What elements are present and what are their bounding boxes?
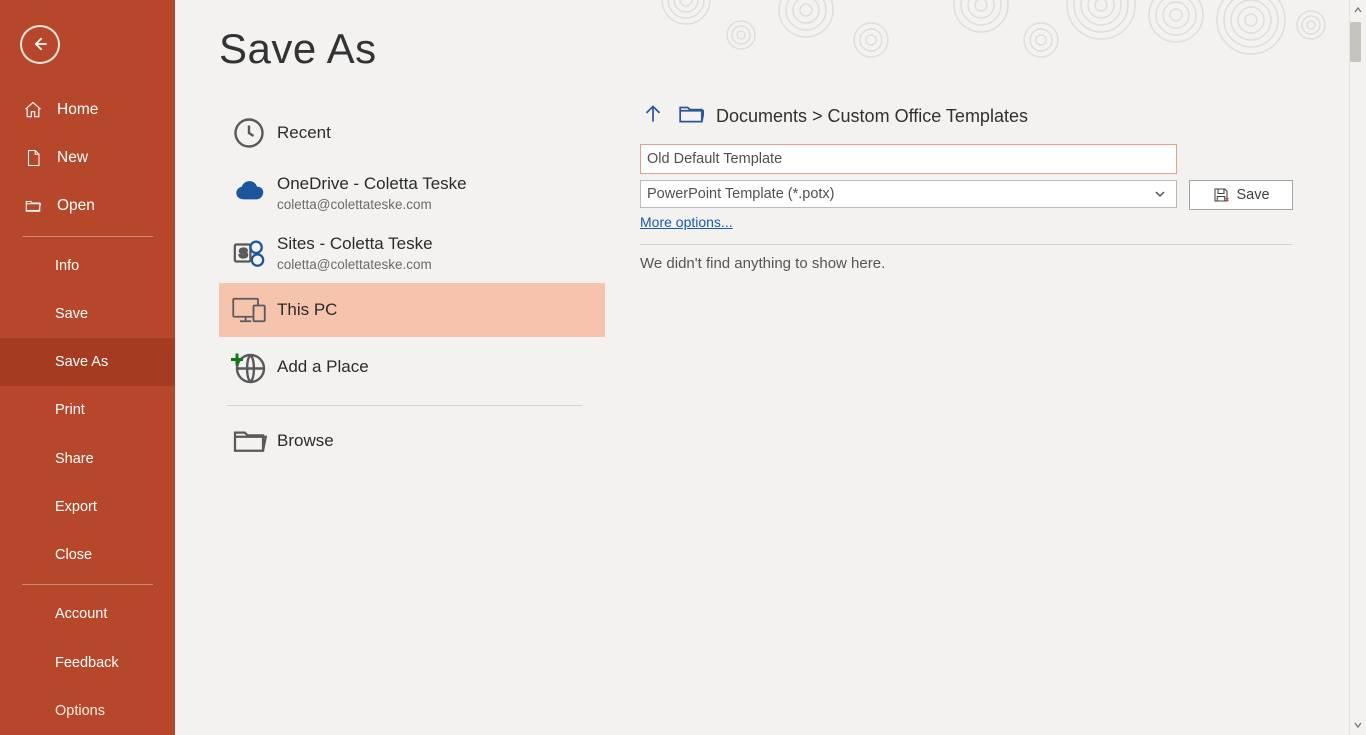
scroll-thumb[interactable] — [1350, 22, 1361, 62]
sidebar-item-home[interactable]: Home — [0, 86, 175, 134]
sidebar-divider — [22, 236, 153, 237]
save-button-label: Save — [1236, 187, 1269, 203]
filetype-dropdown[interactable]: PowerPoint Template (*.potx) — [640, 180, 1177, 208]
sidebar-item-save-as[interactable]: Save As — [0, 338, 175, 386]
back-arrow-icon — [30, 34, 50, 54]
sharepoint-icon: S — [221, 236, 277, 270]
open-folder-icon — [23, 196, 43, 216]
sidebar-item-open[interactable]: Open — [0, 182, 175, 230]
save-locations-list: Recent OneDrive - Coletta Teske coletta@… — [219, 103, 604, 466]
more-options-link[interactable]: More options... — [640, 214, 1177, 230]
scroll-up-button[interactable] — [1350, 0, 1366, 20]
sidebar-item-close[interactable]: Close — [0, 531, 175, 579]
add-place-icon — [221, 349, 277, 385]
sidebar-label-open: Open — [57, 197, 95, 215]
chevron-down-icon — [1154, 188, 1166, 200]
save-details-panel: Documents > Custom Office Templates Powe… — [604, 101, 1366, 272]
up-folder-button[interactable] — [640, 101, 666, 132]
browse-folder-icon — [221, 427, 277, 455]
details-divider — [640, 244, 1292, 245]
page-title: Save As — [219, 25, 1366, 73]
sidebar-item-options[interactable]: Options — [0, 687, 175, 735]
location-onedrive[interactable]: OneDrive - Coletta Teske coletta@coletta… — [219, 163, 604, 223]
sidebar-item-info[interactable]: Info — [0, 241, 175, 289]
location-browse[interactable]: Browse — [219, 416, 604, 466]
empty-state-text: We didn't find anything to show here. — [640, 255, 1346, 272]
sidebar-label-new: New — [57, 149, 88, 167]
backstage-sidebar: Home New Open Info Save Save As Print Sh… — [0, 0, 175, 735]
save-button[interactable]: Save — [1189, 180, 1293, 210]
sidebar-item-save[interactable]: Save — [0, 290, 175, 338]
sidebar-divider — [22, 584, 153, 585]
home-icon — [23, 100, 43, 120]
filename-input[interactable] — [640, 144, 1177, 174]
location-recent[interactable]: Recent — [219, 103, 604, 163]
locations-divider — [227, 405, 582, 406]
vertical-scrollbar[interactable] — [1349, 0, 1366, 735]
breadcrumb-path[interactable]: Documents > Custom Office Templates — [716, 106, 1028, 127]
svg-text:S: S — [239, 245, 248, 260]
filetype-value: PowerPoint Template (*.potx) — [647, 186, 835, 202]
folder-icon — [678, 103, 704, 130]
onedrive-icon — [221, 180, 277, 206]
scroll-down-button[interactable] — [1350, 715, 1366, 735]
sidebar-item-new[interactable]: New — [0, 134, 175, 182]
location-add-place[interactable]: Add a Place — [219, 337, 604, 397]
sidebar-item-account[interactable]: Account — [0, 590, 175, 638]
location-sites[interactable]: S Sites - Coletta Teske coletta@colettat… — [219, 223, 604, 283]
sidebar-item-print[interactable]: Print — [0, 386, 175, 434]
sidebar-item-export[interactable]: Export — [0, 483, 175, 531]
sidebar-item-share[interactable]: Share — [0, 434, 175, 482]
new-document-icon — [23, 148, 43, 168]
back-button[interactable] — [20, 25, 60, 64]
location-this-pc[interactable]: This PC — [219, 283, 605, 337]
sidebar-label-home: Home — [57, 101, 98, 119]
save-icon — [1212, 186, 1230, 204]
recent-icon — [221, 115, 277, 151]
sidebar-item-feedback[interactable]: Feedback — [0, 638, 175, 686]
this-pc-icon — [221, 295, 277, 325]
